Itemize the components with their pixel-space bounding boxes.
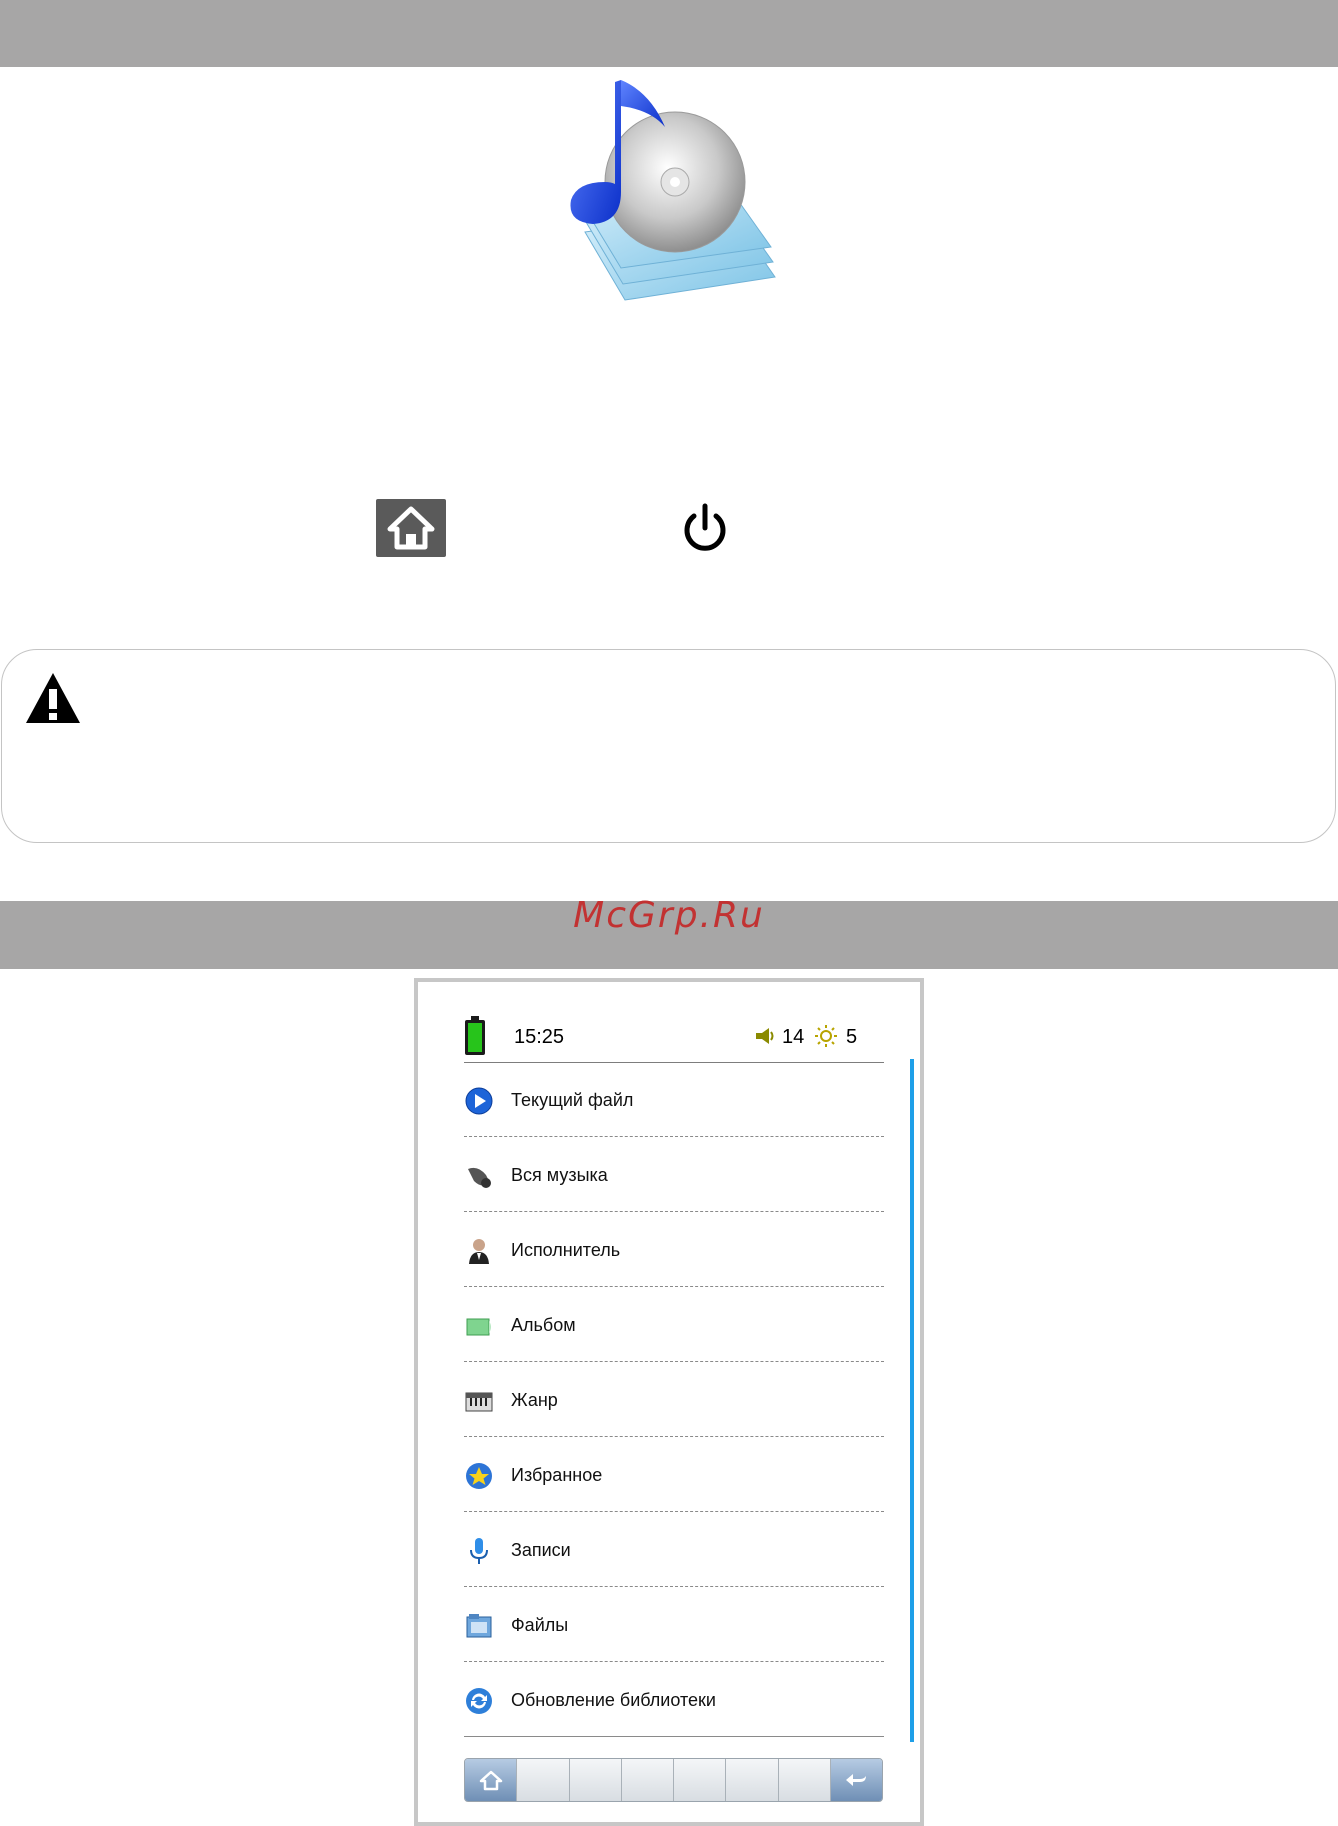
- menu-item-all-music[interactable]: Вся музыка: [464, 1137, 884, 1212]
- menu-item-label: Альбом: [511, 1315, 576, 1335]
- clock: 15:25: [514, 1026, 565, 1048]
- menu-item-current-file[interactable]: Текущий файл: [464, 1062, 884, 1137]
- battery-icon: [465, 1016, 485, 1055]
- menu-item-label: Вся музыка: [511, 1165, 608, 1185]
- toolbar-slot: [517, 1759, 570, 1801]
- back-icon: [846, 1774, 867, 1786]
- volume-icon: [756, 1028, 774, 1044]
- menu-list: Текущий файл Вся музыка Исполнитель Альб…: [464, 1062, 884, 1737]
- toolbar-slot: [779, 1759, 831, 1801]
- refresh-icon: [466, 1688, 492, 1714]
- home-key: [376, 499, 446, 557]
- brightness-icon: [815, 1025, 837, 1047]
- scrollbar[interactable]: [910, 1059, 914, 1742]
- album-icon: [466, 1318, 491, 1336]
- brightness-level: 5: [846, 1026, 858, 1048]
- toolbar-slot: [570, 1759, 622, 1801]
- artist-icon: [469, 1239, 489, 1264]
- status-bar: 15:25 14 5: [464, 1014, 884, 1063]
- toolbar-slot: [726, 1759, 779, 1801]
- menu-item-files[interactable]: Файлы: [464, 1587, 884, 1662]
- header-band: [0, 0, 1338, 67]
- microphone-icon: [470, 1538, 488, 1564]
- menu-item-genre[interactable]: Жанр: [464, 1362, 884, 1437]
- play-icon: [465, 1087, 493, 1115]
- watermark: McGrp.Ru: [573, 895, 765, 936]
- warning-icon: [26, 673, 80, 723]
- warning-box: [1, 649, 1336, 843]
- back-button[interactable]: [830, 1759, 882, 1801]
- menu-item-recordings[interactable]: Записи: [464, 1512, 884, 1587]
- music-icon: [468, 1167, 491, 1188]
- files-icon: [466, 1614, 492, 1638]
- menu-item-label: Жанр: [511, 1390, 558, 1410]
- music-library-logo: [570, 80, 776, 301]
- menu-item-favorites[interactable]: Избранное: [464, 1437, 884, 1512]
- menu-item-label: Обновление библиотеки: [511, 1690, 716, 1710]
- home-icon: [387, 506, 435, 550]
- power-icon: [684, 503, 726, 551]
- menu-item-label: Избранное: [511, 1465, 603, 1485]
- menu-item-label: Исполнитель: [511, 1240, 621, 1260]
- volume-level: 14: [782, 1026, 805, 1048]
- menu-item-label: Записи: [511, 1540, 571, 1560]
- menu-item-label: Текущий файл: [511, 1090, 634, 1110]
- home-icon: [479, 1770, 502, 1791]
- menu-item-label: Файлы: [511, 1615, 569, 1635]
- toolbar-slot: [674, 1759, 727, 1801]
- genre-icon: [465, 1392, 493, 1412]
- home-button[interactable]: [465, 1759, 518, 1801]
- bottom-toolbar: [464, 1758, 883, 1802]
- menu-item-library-update[interactable]: Обновление библиотеки: [464, 1662, 884, 1737]
- menu-item-artist[interactable]: Исполнитель: [464, 1212, 884, 1287]
- menu-item-album[interactable]: Альбом: [464, 1287, 884, 1362]
- device-screen: 15:25 14 5 Текущий файл Вся музыка Испол…: [414, 978, 924, 1826]
- toolbar-slot: [622, 1759, 674, 1801]
- favorites-icon: [466, 1463, 492, 1489]
